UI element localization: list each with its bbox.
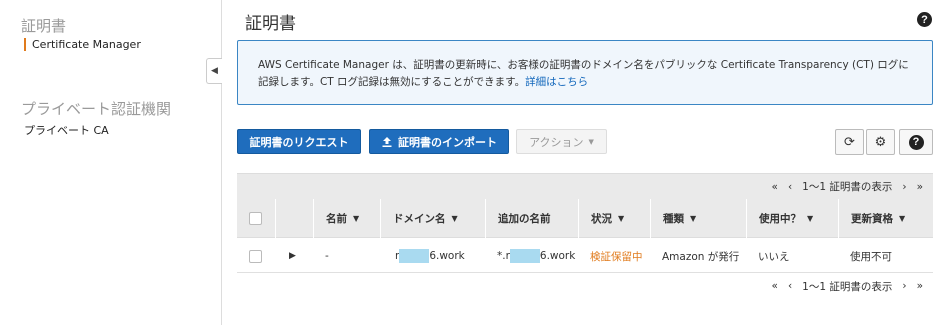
cell-renewal: 使用不可: [850, 250, 892, 263]
caret-down-icon: ▼: [807, 214, 814, 223]
page-title: 証明書: [245, 14, 296, 34]
last-page-icon[interactable]: »: [917, 280, 923, 292]
first-page-icon[interactable]: «: [772, 181, 778, 193]
collapse-sidebar-button[interactable]: ◀: [206, 58, 222, 84]
cell-name: -: [325, 250, 329, 262]
redaction-mask: [509, 249, 540, 263]
request-certificate-button[interactable]: 証明書のリクエスト: [237, 129, 361, 154]
gear-icon: ⚙: [874, 134, 887, 150]
caret-down-icon: ▼: [690, 214, 697, 223]
first-page-icon[interactable]: «: [772, 280, 778, 292]
pager-text: 1〜1 証明書の表示: [802, 181, 893, 193]
pager-top: « ‹ 1〜1 証明書の表示 › »: [237, 173, 933, 199]
actions-dropdown[interactable]: アクション ▼: [516, 129, 607, 154]
row-select-cell: [249, 239, 262, 273]
column-header-name[interactable]: 名前 ▼: [313, 199, 380, 238]
sidebar-section-private-ca: プライベート認証機関: [21, 100, 172, 118]
cell-type: Amazon が発行: [662, 250, 740, 263]
refresh-button[interactable]: ⟳: [835, 129, 864, 155]
last-page-icon[interactable]: »: [917, 181, 923, 193]
prev-page-icon[interactable]: ‹: [788, 181, 792, 193]
prev-page-icon[interactable]: ‹: [788, 280, 792, 292]
select-all-checkbox[interactable]: [249, 212, 262, 225]
sidebar-item-private-ca[interactable]: プライベート CA: [24, 122, 109, 138]
chevron-left-icon: ◀: [211, 66, 218, 76]
import-certificate-button[interactable]: 証明書のインポート: [369, 129, 509, 154]
sidebar-item-certificate-manager[interactable]: Certificate Manager: [24, 38, 141, 51]
pager-bottom: « ‹ 1〜1 証明書の表示 › »: [237, 273, 933, 299]
help-icon[interactable]: ?: [917, 12, 932, 27]
column-header-in-use[interactable]: 使用中？ ▼: [746, 199, 838, 238]
pager-text: 1〜1 証明書の表示: [802, 280, 893, 293]
sidebar-section-certificates: 証明書: [21, 17, 67, 35]
caret-down-icon: ▼: [353, 214, 360, 223]
column-header-additional-names: 追加の名前: [485, 199, 578, 238]
expand-caret-icon[interactable]: ▶: [289, 239, 296, 273]
settings-button[interactable]: ⚙: [866, 129, 895, 155]
redaction-mask: [399, 249, 430, 263]
select-all-cell: [237, 199, 275, 238]
row-checkbox[interactable]: [249, 249, 262, 263]
cell-status: 検証保留中: [590, 250, 643, 263]
info-notice: AWS Certificate Manager は、証明書の更新時に、お客様の証…: [237, 40, 933, 105]
table-header: 名前 ▼ ドメイン名 ▼ 追加の名前 状況 ▼ 種類 ▼ 使用中？ ▼ 更新資格 ▼: [237, 199, 933, 238]
column-header-domain[interactable]: ドメイン名 ▼: [380, 199, 485, 238]
cell-additional-names: *.r 6.work: [497, 249, 576, 263]
refresh-icon: ⟳: [844, 134, 855, 150]
caret-down-icon: ▼: [899, 214, 906, 223]
expand-column-header: [275, 199, 313, 238]
cell-in-use: いいえ: [758, 250, 790, 263]
caret-down-icon: ▼: [588, 137, 594, 146]
cell-domain: r 6.work: [395, 249, 465, 263]
next-page-icon[interactable]: ›: [902, 181, 906, 193]
sidebar: 証明書 Certificate Manager プライベート認証機関 プライベー…: [0, 0, 222, 325]
help-icon: ?: [908, 134, 924, 150]
caret-down-icon: ▼: [618, 214, 625, 223]
caret-down-icon: ▼: [451, 214, 458, 223]
column-header-type[interactable]: 種類 ▼: [650, 199, 746, 238]
column-header-status[interactable]: 状況 ▼: [578, 199, 650, 238]
help-button[interactable]: ?: [899, 129, 933, 155]
upload-icon: [382, 136, 392, 147]
next-page-icon[interactable]: ›: [902, 280, 906, 292]
learn-more-link[interactable]: 詳細はこちら: [525, 76, 588, 88]
column-header-renewal[interactable]: 更新資格 ▼: [838, 199, 933, 238]
table-row[interactable]: ▶ - r 6.work *.r 6.work 検証保留中 Amazon が発行 い…: [237, 239, 933, 273]
